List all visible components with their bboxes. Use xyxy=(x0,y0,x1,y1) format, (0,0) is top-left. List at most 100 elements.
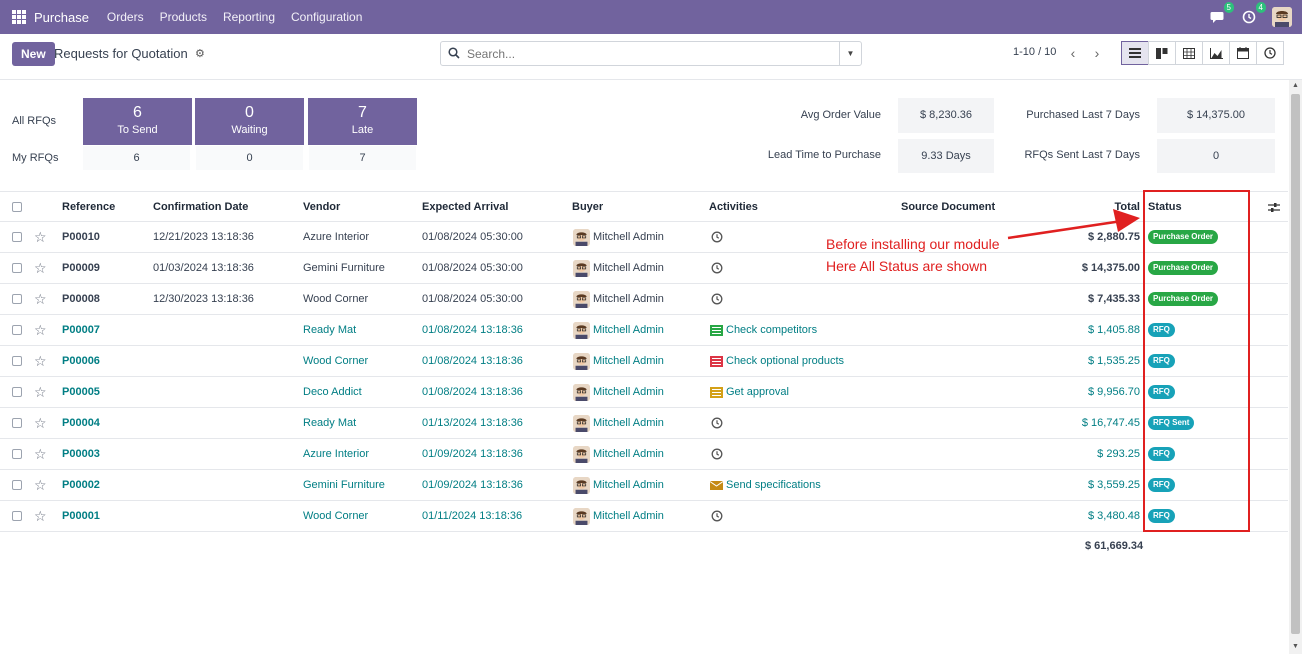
activity-clock-icon[interactable] xyxy=(711,448,723,460)
tile-waiting[interactable]: 0 Waiting xyxy=(195,98,304,145)
table-row[interactable]: ☆ P00006 Wood Corner 01/08/2024 13:18:36 Mit… xyxy=(0,346,1288,377)
activity-clock-icon[interactable] xyxy=(711,231,723,243)
star-icon[interactable]: ☆ xyxy=(34,377,47,408)
row-reference[interactable]: P00001 xyxy=(62,501,100,532)
pager-previous-button[interactable]: ‹ xyxy=(1062,42,1084,64)
activity-view-button[interactable] xyxy=(1256,41,1284,65)
row-checkbox[interactable] xyxy=(12,511,22,521)
star-icon[interactable]: ☆ xyxy=(34,501,47,532)
menu-reporting[interactable]: Reporting xyxy=(223,10,275,24)
row-reference[interactable]: P00010 xyxy=(62,222,100,253)
row-checkbox[interactable] xyxy=(12,263,22,273)
col-reference[interactable]: Reference xyxy=(62,192,115,223)
table-row[interactable]: ☆ P00003 Azure Interior 01/09/2024 13:18:36… xyxy=(0,439,1288,470)
messages-button[interactable]: 5 xyxy=(1208,2,1234,26)
row-checkbox[interactable] xyxy=(12,387,22,397)
row-reference[interactable]: P00008 xyxy=(62,284,100,315)
my-waiting[interactable]: 0 xyxy=(196,146,303,170)
search-icon xyxy=(448,47,460,59)
row-checkbox[interactable] xyxy=(12,480,22,490)
col-buyer[interactable]: Buyer xyxy=(572,192,603,223)
star-icon[interactable]: ☆ xyxy=(34,470,47,501)
table-row[interactable]: ☆ P00001 Wood Corner 01/11/2024 13:18:36 Mit… xyxy=(0,501,1288,532)
row-activity[interactable]: Send specifications xyxy=(726,470,821,501)
star-icon[interactable]: ☆ xyxy=(34,284,47,315)
table-row[interactable]: ☆ P00008 12/30/2023 13:18:36 Wood Corner 01/… xyxy=(0,284,1288,315)
row-checkbox[interactable] xyxy=(12,418,22,428)
star-icon[interactable]: ☆ xyxy=(34,408,47,439)
vertical-scrollbar[interactable]: ▲ ▼ xyxy=(1289,80,1302,654)
menu-configuration[interactable]: Configuration xyxy=(291,10,362,24)
select-all-checkbox[interactable] xyxy=(12,202,22,212)
row-checkbox[interactable] xyxy=(12,232,22,242)
star-icon[interactable]: ☆ xyxy=(34,222,47,253)
row-checkbox[interactable] xyxy=(12,449,22,459)
apps-grid-icon[interactable] xyxy=(12,10,26,24)
row-expected-arrival: 01/08/2024 05:30:00 xyxy=(422,293,523,305)
graph-view-button[interactable] xyxy=(1202,41,1230,65)
col-expected-arrival[interactable]: Expected Arrival xyxy=(422,192,508,223)
app-brand[interactable]: Purchase xyxy=(34,10,89,25)
my-late[interactable]: 7 xyxy=(309,146,416,170)
row-reference[interactable]: P00002 xyxy=(62,470,100,501)
row-activity[interactable]: Get approval xyxy=(726,377,789,408)
row-reference[interactable]: P00009 xyxy=(62,253,100,284)
row-reference[interactable]: P00004 xyxy=(62,408,100,439)
row-activity[interactable]: Check optional products xyxy=(726,346,844,377)
row-reference[interactable]: P00005 xyxy=(62,377,100,408)
gear-icon[interactable]: ⚙ xyxy=(195,47,205,60)
tile-late[interactable]: 7 Late xyxy=(308,98,417,145)
col-total[interactable]: Total xyxy=(1080,192,1140,223)
scroll-up-icon[interactable]: ▲ xyxy=(1292,82,1299,89)
tile-late-label: Late xyxy=(351,124,374,136)
col-activities[interactable]: Activities xyxy=(709,192,758,223)
col-vendor[interactable]: Vendor xyxy=(303,192,340,223)
table-row[interactable]: ☆ P00010 12/21/2023 13:18:36 Azure Interior… xyxy=(0,222,1288,253)
menu-orders[interactable]: Orders xyxy=(107,10,144,24)
col-source-document[interactable]: Source Document xyxy=(901,192,995,223)
row-checkbox[interactable] xyxy=(12,356,22,366)
row-reference[interactable]: P00006 xyxy=(62,346,100,377)
search-input[interactable] xyxy=(467,45,837,63)
search-options-toggle[interactable]: ▼ xyxy=(839,42,861,65)
table-header: Reference Confirmation Date Vendor Expec… xyxy=(0,191,1288,222)
my-to-send[interactable]: 6 xyxy=(83,146,190,170)
row-reference[interactable]: P00003 xyxy=(62,439,100,470)
table-row[interactable]: ☆ P00007 Ready Mat 01/08/2024 13:18:36 Mitch… xyxy=(0,315,1288,346)
pager-next-button[interactable]: › xyxy=(1086,42,1108,64)
activities-button[interactable]: 4 xyxy=(1240,2,1266,26)
row-vendor: Wood Corner xyxy=(303,293,369,305)
kanban-view-button[interactable] xyxy=(1148,41,1176,65)
new-button[interactable]: New xyxy=(12,42,55,66)
row-expected-arrival: 01/09/2024 13:18:36 xyxy=(422,479,523,491)
tile-to-send[interactable]: 6 To Send xyxy=(83,98,192,145)
row-reference[interactable]: P00007 xyxy=(62,315,100,346)
star-icon[interactable]: ☆ xyxy=(34,346,47,377)
rfqs-sent-last-7-days-label: RFQs Sent Last 7 Days xyxy=(1024,149,1140,161)
activity-clock-icon[interactable] xyxy=(711,293,723,305)
scrollbar-thumb[interactable] xyxy=(1291,94,1300,634)
pivot-view-button[interactable] xyxy=(1175,41,1203,65)
col-confirmation-date[interactable]: Confirmation Date xyxy=(153,192,248,223)
row-checkbox[interactable] xyxy=(12,294,22,304)
star-icon[interactable]: ☆ xyxy=(34,439,47,470)
activity-clock-icon[interactable] xyxy=(711,262,723,274)
row-activity[interactable]: Check competitors xyxy=(726,315,817,346)
activity-clock-icon[interactable] xyxy=(711,510,723,522)
pager-value[interactable]: 1-10 / 10 xyxy=(1013,46,1056,58)
scroll-down-icon[interactable]: ▼ xyxy=(1292,643,1299,650)
table-row[interactable]: ☆ P00004 Ready Mat 01/13/2024 13:18:36 Mitch… xyxy=(0,408,1288,439)
table-row[interactable]: ☆ P00009 01/03/2024 13:18:36 Gemini Furnitu… xyxy=(0,253,1288,284)
list-view-button[interactable] xyxy=(1121,41,1149,65)
menu-products[interactable]: Products xyxy=(160,10,207,24)
calendar-view-button[interactable] xyxy=(1229,41,1257,65)
activity-clock-icon[interactable] xyxy=(711,417,723,429)
row-checkbox[interactable] xyxy=(12,325,22,335)
star-icon[interactable]: ☆ xyxy=(34,253,47,284)
user-avatar[interactable] xyxy=(1272,7,1292,27)
calendar-icon xyxy=(1237,47,1249,59)
table-row[interactable]: ☆ P00002 Gemini Furniture 01/09/2024 13:18:… xyxy=(0,470,1288,501)
table-row[interactable]: ☆ P00005 Deco Addict 01/08/2024 13:18:36 Mit… xyxy=(0,377,1288,408)
star-icon[interactable]: ☆ xyxy=(34,315,47,346)
optional-columns-icon[interactable] xyxy=(1268,202,1280,213)
